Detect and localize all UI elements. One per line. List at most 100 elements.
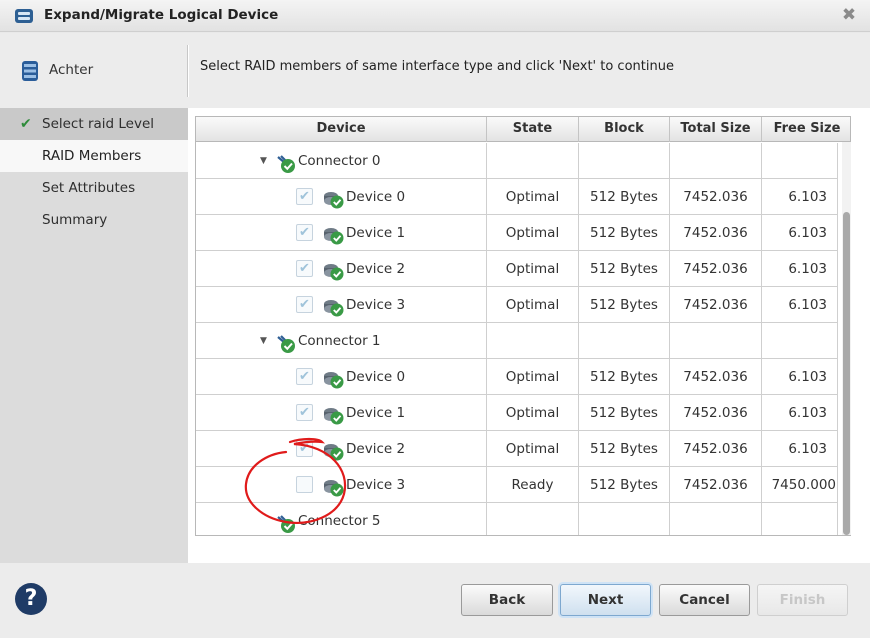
cell-total-size: 7452.036 [670, 251, 762, 287]
scrollbar-thumb[interactable] [843, 212, 850, 535]
column-header-block[interactable]: Block [579, 117, 670, 142]
checkbox-tick-icon: ✔ [299, 405, 310, 420]
cell-block: 512 Bytes [579, 251, 670, 287]
step-summary[interactable]: Summary [0, 204, 188, 236]
cell-state: Optimal [487, 359, 579, 395]
step-raid-members[interactable]: RAID Members [0, 140, 188, 172]
back-button[interactable]: Back [461, 584, 553, 616]
cell-total-size: 7452.036 [670, 287, 762, 323]
device-row[interactable]: ✔ Device 0 Optimal 512 Bytes 7452.036 6.103 [196, 179, 838, 215]
device-label: Device 1 [346, 225, 406, 241]
cell-free-size: 6.103 [762, 215, 838, 251]
cell-free-size: 7450.000 [762, 467, 838, 503]
checkbox-tick-icon: ✔ [299, 261, 310, 276]
column-header-state[interactable]: State [487, 117, 579, 142]
connector-row[interactable]: ▼ Connector 0 [196, 143, 838, 179]
device-label: Device 2 [346, 441, 406, 457]
cell-device: ✔ Device 2 [196, 251, 487, 287]
cell-device: ▼ Connector 0 [196, 143, 487, 179]
step-label: RAID Members [42, 148, 142, 164]
cell-total-size [670, 143, 762, 179]
column-header-free-size[interactable]: Free Size [762, 117, 850, 142]
device-row[interactable]: ✔ Device 2 Optimal 512 Bytes 7452.036 6.103 [196, 251, 838, 287]
cell-device: Connector 5 [196, 503, 487, 535]
cell-device: ✔ Device 1 [196, 395, 487, 431]
cell-block [579, 143, 670, 179]
cell-total-size: 7452.036 [670, 215, 762, 251]
table-header: Device State Block Total Size Free Size [196, 117, 850, 142]
cell-free-size: 6.103 [762, 431, 838, 467]
device-label: Device 0 [346, 369, 406, 385]
cell-device: ▼ Connector 1 [196, 323, 487, 359]
disk-icon [322, 403, 346, 425]
expand-caret-icon[interactable]: ▼ [260, 143, 267, 179]
column-header-total-size[interactable]: Total Size [670, 117, 762, 142]
device-row[interactable]: ✔ Device 2 Optimal 512 Bytes 7452.036 6.103 [196, 431, 838, 467]
device-label: Device 2 [346, 261, 406, 277]
cell-total-size: 7452.036 [670, 179, 762, 215]
step-select-raid-level[interactable]: ✔ Select raid Level [0, 108, 188, 140]
cell-block: 512 Bytes [579, 287, 670, 323]
cell-free-size: 6.103 [762, 395, 838, 431]
device-checkbox[interactable]: ✔ [296, 224, 313, 241]
expand-caret-icon[interactable]: ▼ [260, 323, 267, 359]
device-checkbox[interactable] [296, 476, 313, 493]
cell-device: ✔ Device 1 [196, 215, 487, 251]
connector-label: Connector 5 [298, 513, 381, 529]
connector-row[interactable]: ▼ Connector 1 [196, 323, 838, 359]
device-checkbox[interactable]: ✔ [296, 260, 313, 277]
cell-total-size [670, 503, 762, 535]
column-header-device[interactable]: Device [196, 117, 487, 142]
cell-free-size: 6.103 [762, 251, 838, 287]
device-checkbox[interactable]: ✔ [296, 368, 313, 385]
close-icon[interactable]: ✖ [840, 6, 858, 24]
step-label: Set Attributes [42, 180, 136, 196]
disk-icon [322, 295, 346, 317]
cell-free-size [762, 323, 838, 359]
cell-free-size: 6.103 [762, 359, 838, 395]
connector-icon [275, 152, 297, 173]
device-checkbox[interactable]: ✔ [296, 188, 313, 205]
cell-total-size [670, 323, 762, 359]
device-checkbox[interactable]: ✔ [296, 440, 313, 457]
cell-block: 512 Bytes [579, 179, 670, 215]
cell-device: ✔ Device 3 [196, 287, 487, 323]
cell-state: Optimal [487, 215, 579, 251]
connector-icon [275, 332, 297, 353]
cell-total-size: 7452.036 [670, 395, 762, 431]
disk-icon [322, 223, 346, 245]
checkmark-icon: ✔ [20, 116, 32, 132]
raid-members-table: Device State Block Total Size Free Size … [195, 116, 851, 536]
checkbox-tick-icon: ✔ [299, 297, 310, 312]
connector-icon [275, 512, 297, 533]
step-set-attributes[interactable]: Set Attributes [0, 172, 188, 204]
cell-free-size [762, 503, 838, 535]
vertical-scrollbar[interactable] [842, 142, 851, 535]
cell-block: 512 Bytes [579, 431, 670, 467]
checkbox-tick-icon: ✔ [299, 369, 310, 384]
checkbox-tick-icon: ✔ [299, 441, 310, 456]
device-row[interactable]: ✔ Device 1 Optimal 512 Bytes 7452.036 6.103 [196, 395, 838, 431]
help-icon[interactable]: ? [15, 583, 47, 615]
cancel-button[interactable]: Cancel [659, 584, 750, 616]
disk-icon [322, 367, 346, 389]
device-row[interactable]: ✔ Device 3 Optimal 512 Bytes 7452.036 6.103 [196, 287, 838, 323]
device-label: Device 3 [346, 297, 406, 313]
step-label: Select raid Level [42, 116, 155, 132]
device-checkbox[interactable]: ✔ [296, 404, 313, 421]
disk-icon [322, 475, 346, 497]
device-label: Device 1 [346, 405, 406, 421]
connector-row[interactable]: Connector 5 [196, 503, 838, 535]
cell-block: 512 Bytes [579, 467, 670, 503]
cell-total-size: 7452.036 [670, 467, 762, 503]
next-button[interactable]: Next [560, 584, 651, 616]
cell-free-size [762, 143, 838, 179]
cell-state [487, 503, 579, 535]
cell-state: Optimal [487, 179, 579, 215]
storage-manager-icon [15, 9, 33, 23]
device-row[interactable]: ✔ Device 1 Optimal 512 Bytes 7452.036 6.103 [196, 215, 838, 251]
device-row[interactable]: Device 3 Ready 512 Bytes 7452.036 7450.000 [196, 467, 838, 503]
device-checkbox[interactable]: ✔ [296, 296, 313, 313]
device-row[interactable]: ✔ Device 0 Optimal 512 Bytes 7452.036 6.103 [196, 359, 838, 395]
title-bar: Expand/Migrate Logical Device ✖ [0, 0, 870, 32]
